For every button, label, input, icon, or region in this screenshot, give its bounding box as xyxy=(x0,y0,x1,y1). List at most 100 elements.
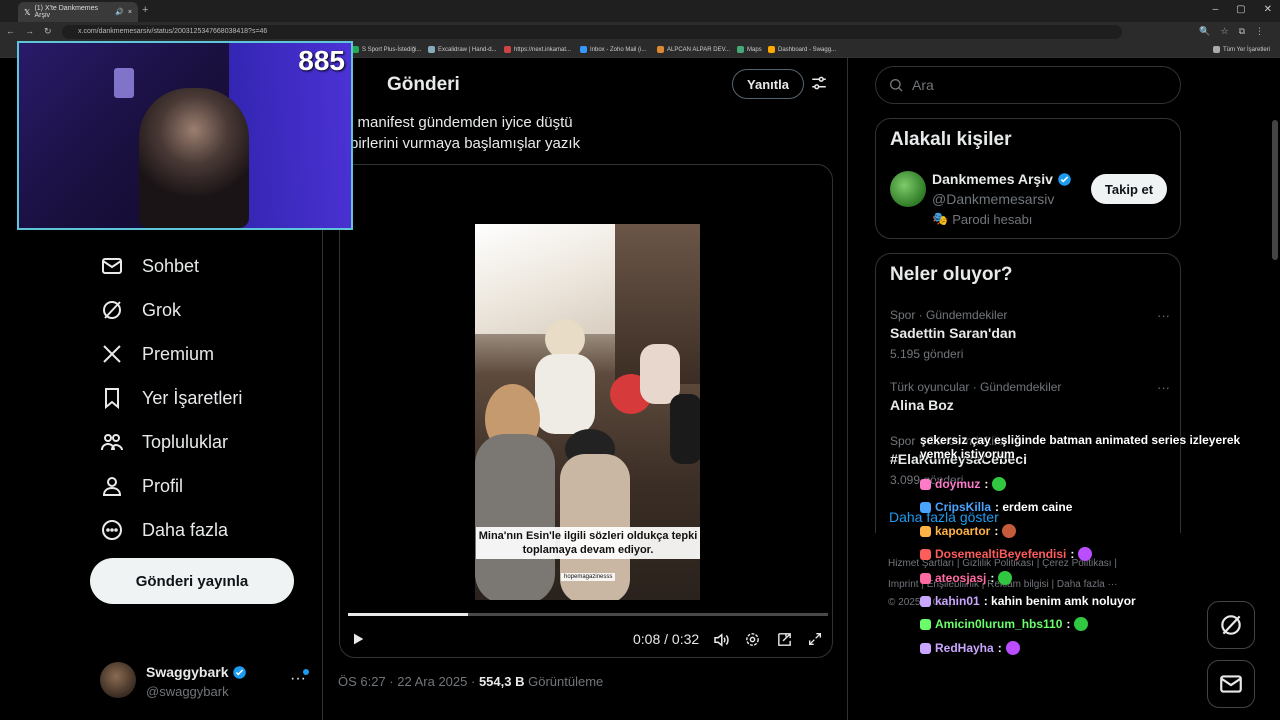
browser-tab[interactable]: 𝕏 (1) X'te Dankmemes Arşiv 🔊 × xyxy=(18,2,138,22)
chat-emote-icon xyxy=(998,571,1013,585)
search-input[interactable]: Ara xyxy=(875,66,1181,104)
avatar xyxy=(100,662,136,698)
zoom-icon[interactable]: 🔍 xyxy=(1199,26,1210,37)
view-count: 554,3 B xyxy=(478,674,525,689)
avatar[interactable] xyxy=(890,171,926,207)
bookmark-favicon-icon xyxy=(504,46,511,53)
new-tab-icon[interactable]: + xyxy=(142,4,148,16)
trend-item[interactable]: Spor · Gündemdekiler Sadettin Saran'dan … xyxy=(890,308,1170,361)
minimize-icon[interactable]: – xyxy=(1213,4,1219,15)
bookmark-label: Maps xyxy=(747,46,762,53)
bookmark-item[interactable]: Inbox - Zoho Mail (i... xyxy=(580,46,646,53)
bookmark-item[interactable]: Dashboard - Swagg... xyxy=(768,46,836,53)
bookmark-favicon-icon xyxy=(657,46,664,53)
profile-handle: @swaggybark xyxy=(146,684,229,699)
video-progress-fill xyxy=(348,613,468,616)
menu-icon[interactable]: ⋮ xyxy=(1255,26,1264,37)
fullscreen-button[interactable] xyxy=(807,631,823,647)
chat-badge-icon xyxy=(920,501,931,513)
chat-emote-icon xyxy=(1078,547,1093,561)
webcam-overlay: 885 xyxy=(17,41,353,230)
related-name-row[interactable]: Dankmemes Arşiv xyxy=(932,171,1072,187)
account-more-icon[interactable]: ··· xyxy=(290,670,306,688)
forward-icon[interactable]: → xyxy=(25,26,34,37)
close-window-icon[interactable]: ✕ xyxy=(1264,4,1272,15)
post-button[interactable]: Gönderi yayınla xyxy=(90,558,294,604)
trend-category: Türk oyuncular · Gündemdekiler xyxy=(890,380,1062,394)
play-button[interactable] xyxy=(350,631,366,647)
chat-text: : xyxy=(990,571,995,585)
settings-button[interactable] xyxy=(744,631,761,648)
volume-button[interactable] xyxy=(712,631,730,649)
nav-item-more[interactable]: Daha fazla xyxy=(100,518,228,542)
pip-button[interactable] xyxy=(776,631,793,648)
bookmark-item[interactable]: Excalidraw | Hand-d... xyxy=(428,46,497,53)
grok-floating-button[interactable] xyxy=(1207,601,1255,649)
toolbar-icons: 🔍 ☆ ⧉ ⋮ xyxy=(1199,26,1264,37)
search-placeholder: Ara xyxy=(912,77,934,93)
page-scrollbar[interactable] xyxy=(1272,120,1278,260)
trend-title: Alina Boz xyxy=(890,397,954,413)
url-input[interactable]: x.com/dankmemesarsiv/status/200312534766… xyxy=(62,25,1122,39)
more-circle-icon xyxy=(102,520,122,540)
bookmark-item[interactable]: ALPCAN ALPAR DEV... xyxy=(657,46,730,53)
bookmark-favicon-icon xyxy=(428,46,435,53)
chat-text: : xyxy=(997,641,1002,655)
account-switcher[interactable]: Swaggybark @swaggybark ··· xyxy=(100,662,312,702)
main-column: Gönderi Yanıtla u manifest gündemden iyi… xyxy=(323,58,848,720)
extensions-icon[interactable]: ⧉ xyxy=(1239,26,1245,37)
chat-emote-icon xyxy=(1074,617,1089,631)
messages-floating-button[interactable] xyxy=(1207,660,1255,708)
star-icon[interactable]: ☆ xyxy=(1220,26,1228,37)
bookmark-item[interactable]: S Sport Plus-İstediği... xyxy=(352,46,421,53)
bookmark-favicon-icon xyxy=(768,46,775,53)
nav-label: Sohbet xyxy=(142,255,200,276)
bookmark-item[interactable]: https://next.inkamat... xyxy=(504,46,571,53)
bookmark-label: ALPCAN ALPAR DEV... xyxy=(667,46,731,53)
bookmark-item[interactable]: Tüm Yer İşaretleri xyxy=(1213,46,1270,53)
nav-item-sohbet[interactable]: Sohbet xyxy=(100,254,199,278)
bookmark-label: S Sport Plus-İstediği... xyxy=(362,46,422,53)
trend-more-icon[interactable]: ··· xyxy=(1157,380,1170,395)
parody-badge: 🎭 Parodi hesabı xyxy=(932,211,1032,227)
trend-item[interactable]: Türk oyuncular · Gündemdekiler Alina Boz… xyxy=(890,380,1170,413)
profile-name-row: Swaggybark xyxy=(146,664,247,680)
reply-button[interactable]: Yanıtla xyxy=(732,69,804,99)
sliders-icon[interactable] xyxy=(810,74,828,92)
nav-item-communities[interactable]: Topluluklar xyxy=(100,430,228,454)
tab-audio-icon[interactable]: 🔊 xyxy=(115,8,124,16)
video-player[interactable]: Mina'nın Esin'le ilgili sözleri oldukça … xyxy=(339,164,833,658)
nav-item-grok[interactable]: Grok xyxy=(100,298,181,322)
video-progress-bar[interactable] xyxy=(348,613,828,616)
chat-text: : xyxy=(984,477,989,491)
tab-close-icon[interactable]: × xyxy=(128,9,132,16)
bookmark-item[interactable]: Maps xyxy=(737,46,762,53)
chat-message: kahin01: kahin benim amk noluyor xyxy=(920,594,1136,608)
chat-username: CripsKilla xyxy=(935,500,992,514)
window-controls: – ▢ ✕ xyxy=(1213,4,1272,15)
maximize-icon[interactable]: ▢ xyxy=(1236,4,1245,15)
webcam-lamp xyxy=(114,68,134,98)
nav-item-bookmarks[interactable]: Yer İşaretleri xyxy=(100,386,242,410)
reload-icon[interactable]: ↻ xyxy=(44,26,52,37)
trends-panel: Neler oluyor? Spor · Gündemdekiler Sadet… xyxy=(875,253,1181,533)
tweet-meta: ÖS 6:27 · 22 Ara 2025 · 554,3 B Görüntül… xyxy=(338,674,603,689)
video-figure xyxy=(475,434,555,600)
nav-item-profile[interactable]: Profil xyxy=(100,474,183,498)
nav-item-premium[interactable]: Premium xyxy=(100,342,214,366)
x-logo-icon xyxy=(103,345,121,363)
chat-message: yemek istiyorum xyxy=(920,447,1015,461)
trend-more-icon[interactable]: ··· xyxy=(1157,308,1170,323)
video-figure xyxy=(670,394,700,464)
tweet-time[interactable]: ÖS 6:27 · 22 Ara 2025 · xyxy=(338,674,475,689)
viewer-counter: 885 xyxy=(298,45,345,76)
gear-icon xyxy=(746,633,759,646)
chat-message: DosemealtiBeyefendisi: xyxy=(920,547,1093,561)
x-favicon-icon: 𝕏 xyxy=(24,7,31,17)
back-icon[interactable]: ← xyxy=(6,26,15,37)
bookmark-favicon-icon xyxy=(580,46,587,53)
bookmark-label: Excalidraw | Hand-d... xyxy=(438,46,497,53)
follow-button[interactable]: Takip et xyxy=(1091,174,1167,204)
fullscreen-icon xyxy=(809,633,821,645)
verified-badge-icon xyxy=(1058,172,1071,186)
